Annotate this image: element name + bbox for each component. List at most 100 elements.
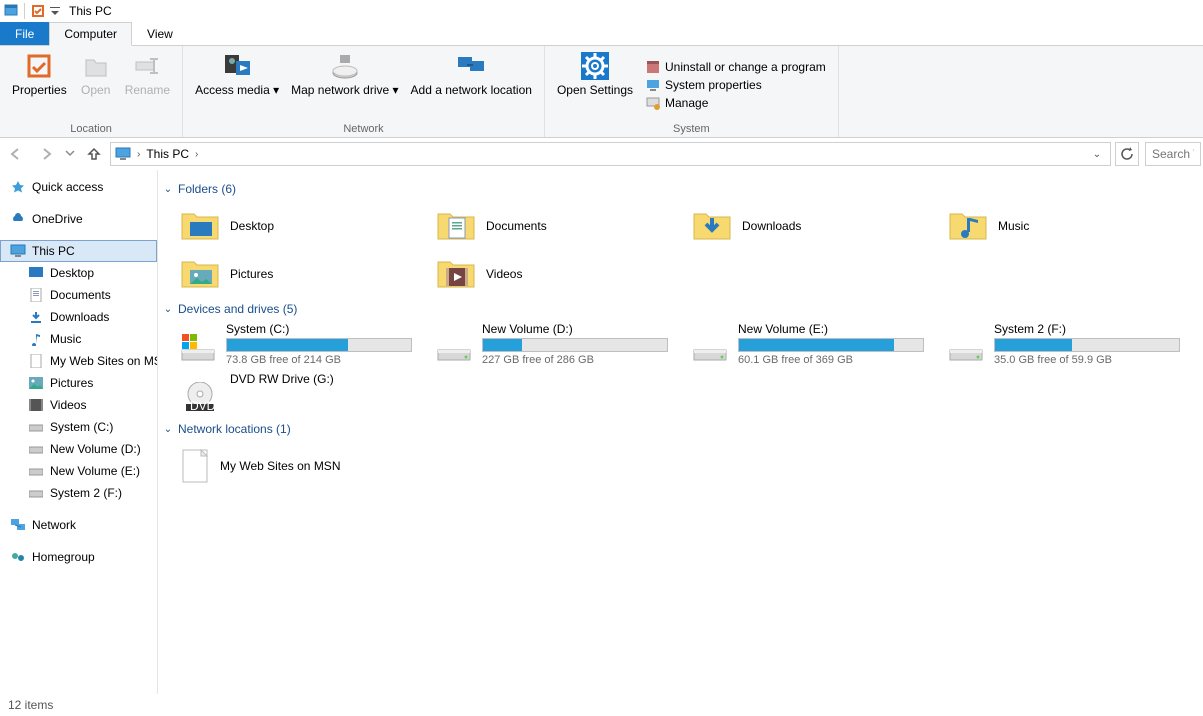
sidebar-this-pc[interactable]: This PC [0,240,157,262]
drive-name: System (C:) [226,322,412,336]
access-media-label: Access media ▾ [195,84,279,98]
chevron-down-icon: ⌄ [162,304,174,315]
netloc-grid: My Web Sites on MSN [162,442,1203,490]
section-header-netloc[interactable]: ⌄ Network locations (1) [162,418,1203,442]
window-title: This PC [65,4,112,18]
sidebar-item-label: Documents [50,288,111,302]
drive-usage-bar [738,338,924,352]
address-bar[interactable]: › This PC › ⌄ [110,142,1111,166]
open-button[interactable]: Open [73,48,119,121]
drive-name: New Volume (E:) [738,322,924,336]
navigation-pane: Quick access OneDrive This PC Desktop Do… [0,170,158,694]
network-icon [10,517,26,533]
folder-pictures[interactable]: Pictures [162,250,418,298]
drive-name: DVD RW Drive (G:) [230,372,400,386]
chevron-right-icon[interactable]: › [135,149,142,160]
folder-documents[interactable]: Documents [418,202,674,250]
search-input[interactable] [1152,147,1194,161]
sidebar-item-label: Music [50,332,81,346]
open-icon [80,50,112,82]
sidebar-system2-f[interactable]: System 2 (F:) [0,482,157,504]
drive-item[interactable]: New Volume (D:)227 GB free of 286 GB [418,322,674,372]
recent-locations-button[interactable] [62,140,78,168]
manage-button[interactable]: Manage [645,95,826,111]
cloud-icon [10,211,26,227]
refresh-button[interactable] [1115,142,1139,166]
tab-computer[interactable]: Computer [49,22,132,46]
rename-button[interactable]: Rename [119,48,176,121]
tab-file[interactable]: File [0,22,49,45]
sysprops-label: System properties [665,78,762,92]
properties-button[interactable]: Properties [6,48,73,121]
quick-access-toolbar [2,2,61,20]
drive-name: System 2 (F:) [994,322,1180,336]
drive-item[interactable]: System (C:) 73.8 GB free of 214 GB [162,322,418,372]
forward-button[interactable] [32,140,60,168]
section-header-devices[interactable]: ⌄ Devices and drives (5) [162,298,1203,322]
folder-videos[interactable]: Videos [418,250,674,298]
sidebar-my-web-sites[interactable]: My Web Sites on MSN [0,350,157,372]
netloc-item[interactable]: My Web Sites on MSN [162,442,418,490]
file-icon [28,353,44,369]
address-dropdown-icon[interactable]: ⌄ [1088,149,1106,160]
folder-desktop[interactable]: Desktop [162,202,418,250]
sidebar-quick-access[interactable]: Quick access [0,176,157,198]
sidebar-videos[interactable]: Videos [0,394,157,416]
sidebar-onedrive[interactable]: OneDrive [0,208,157,230]
sidebar-homegroup[interactable]: Homegroup [0,546,157,568]
section-title: Folders (6) [178,182,236,196]
folder-music[interactable]: Music [930,202,1186,250]
drive-free-text: 73.8 GB free of 214 GB [226,354,412,366]
item-label: My Web Sites on MSN [220,459,340,473]
properties-qat-icon[interactable] [29,2,47,20]
this-pc-icon [115,146,131,162]
add-location-label: Add a network location [411,84,532,98]
add-network-location-button[interactable]: Add a network location [405,48,538,121]
access-media-button[interactable]: Access media ▾ [189,48,285,121]
folder-downloads[interactable]: Downloads [674,202,930,250]
drive-icon [28,419,44,435]
qat-customize-icon[interactable] [49,2,61,20]
back-button[interactable] [2,140,30,168]
drive-item[interactable]: New Volume (E:)60.1 GB free of 369 GB [674,322,930,372]
title-bar: This PC [0,0,1203,22]
ribbon-tabs: File Computer View [0,22,1203,46]
system-properties-button[interactable]: System properties [645,77,826,93]
chevron-down-icon: ⌄ [162,184,174,195]
sidebar-music[interactable]: Music [0,328,157,350]
item-label: Videos [486,267,522,281]
section-header-folders[interactable]: ⌄ Folders (6) [162,178,1203,202]
rename-label: Rename [125,84,170,98]
drive-item[interactable]: DVDDVD RW Drive (G:) [162,372,418,418]
sidebar-item-label: This PC [32,244,75,258]
sidebar-new-volume-d[interactable]: New Volume (D:) [0,438,157,460]
folder-music-icon [948,206,988,246]
group-label-system: System [551,121,832,137]
file-icon [180,446,210,486]
map-network-drive-button[interactable]: Map network drive ▾ [285,48,404,121]
sidebar-downloads[interactable]: Downloads [0,306,157,328]
uninstall-program-button[interactable]: Uninstall or change a program [645,59,826,75]
drive-item[interactable]: System 2 (F:)35.0 GB free of 59.9 GB [930,322,1186,372]
sidebar-pictures[interactable]: Pictures [0,372,157,394]
breadcrumb-this-pc[interactable]: This PC [146,147,189,161]
search-box[interactable] [1145,142,1201,166]
sidebar-new-volume-e[interactable]: New Volume (E:) [0,460,157,482]
section-title: Network locations (1) [178,422,291,436]
sidebar-system-c[interactable]: System (C:) [0,416,157,438]
sidebar-desktop[interactable]: Desktop [0,262,157,284]
tab-view[interactable]: View [132,22,188,45]
homegroup-icon [10,549,26,565]
sidebar-documents[interactable]: Documents [0,284,157,306]
up-button[interactable] [80,140,108,168]
sidebar-network[interactable]: Network [0,514,157,536]
sidebar-item-label: Downloads [50,310,109,324]
open-settings-button[interactable]: Open Settings [551,48,639,121]
sidebar-item-label: System (C:) [50,420,113,434]
chevron-right-icon[interactable]: › [193,149,200,160]
group-label-location: Location [6,121,176,137]
uninstall-icon [645,59,661,75]
sidebar-item-label: System 2 (F:) [50,486,122,500]
ribbon: Properties Open Rename Location [0,46,1203,138]
app-icon[interactable] [2,2,20,20]
